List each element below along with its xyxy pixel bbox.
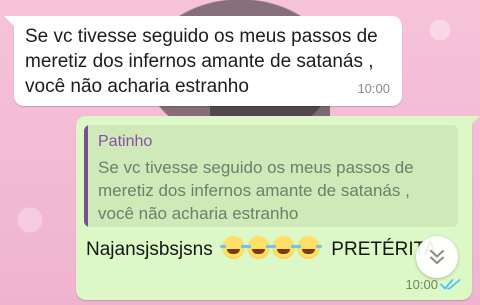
incoming-message-text: Se vc tivesse seguido os meus passos de … [25, 26, 378, 97]
chevron-double-down-icon [430, 250, 444, 264]
read-receipt-double-check-icon [440, 279, 461, 290]
reply-text-prefix: Najansjsbsjsns [86, 239, 213, 260]
outgoing-message-text: Najansjsbsjsns PRETÉRITA [86, 236, 466, 261]
quote-accent-bar [84, 125, 88, 227]
emoji-group [220, 236, 323, 261]
outgoing-message-time: 10:00 [405, 277, 438, 292]
joy-emoji-icon [295, 236, 323, 259]
quoted-message-text: Se vc tivesse seguido os meus passos de … [98, 158, 414, 223]
incoming-message-time: 10:00 [357, 81, 390, 96]
quoted-message-author: Patinho [98, 133, 153, 150]
joy-emoji-icon [220, 236, 248, 259]
scroll-to-bottom-button[interactable] [416, 236, 458, 278]
outgoing-message-bubble[interactable]: Patinho Se vc tivesse seguido os meus pa… [76, 116, 472, 300]
joy-emoji-icon [270, 236, 298, 259]
incoming-message-bubble[interactable]: Se vc tivesse seguido os meus passos de … [14, 16, 402, 106]
quoted-message[interactable]: Patinho Se vc tivesse seguido os meus pa… [84, 125, 458, 227]
joy-emoji-icon [245, 236, 273, 259]
